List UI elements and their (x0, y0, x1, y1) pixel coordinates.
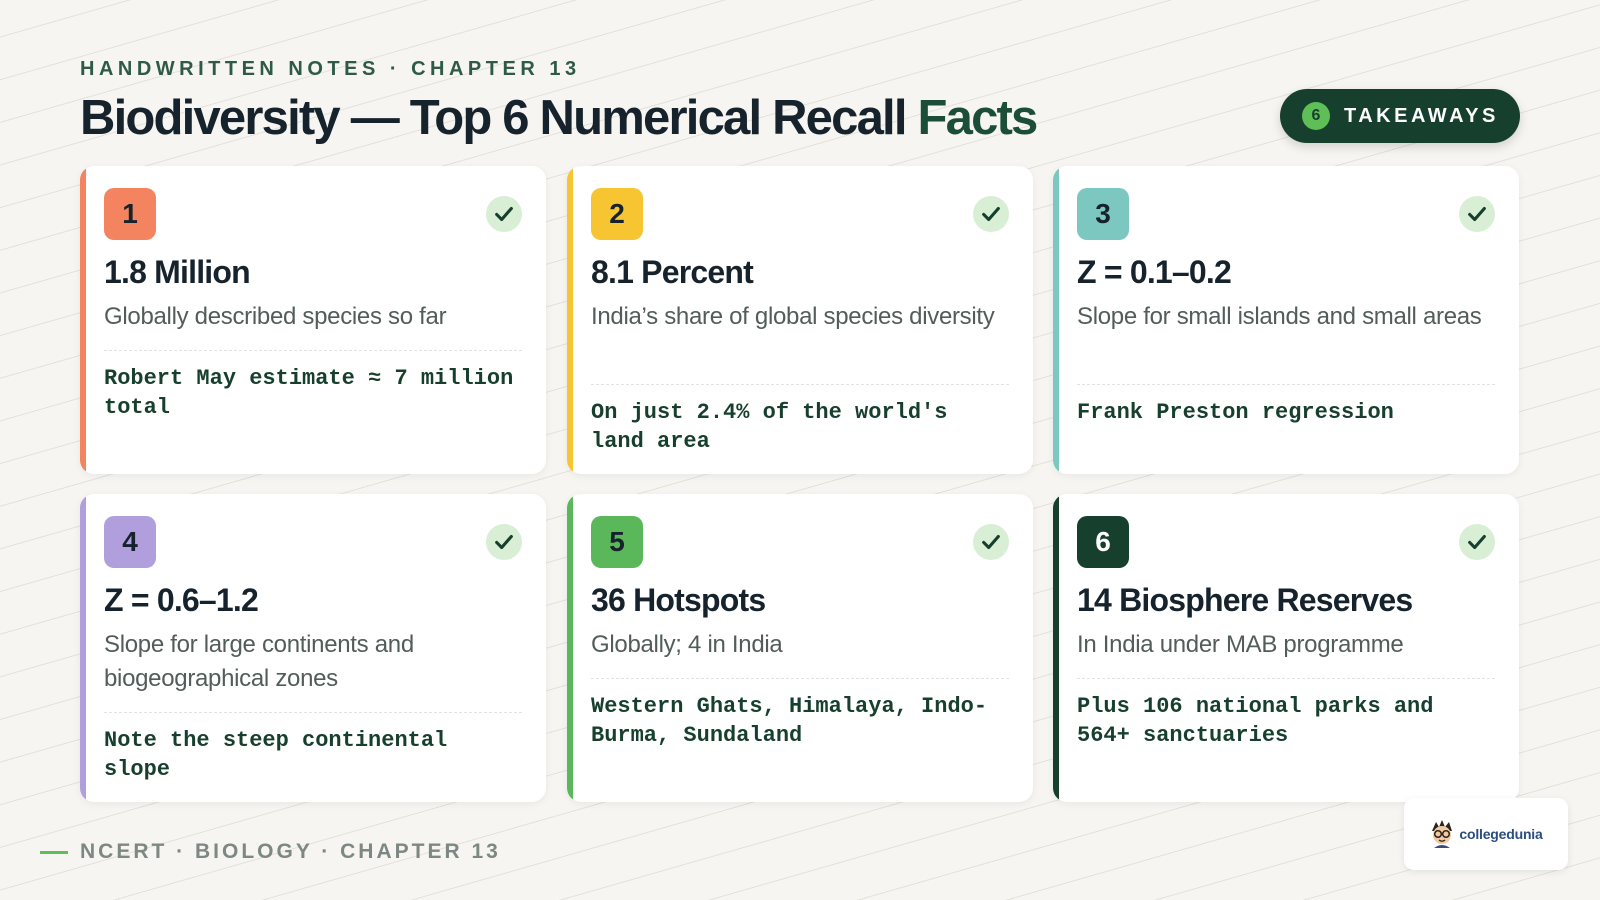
card-divider (104, 712, 522, 713)
card-heading: Z = 0.1–0.2 (1077, 254, 1232, 290)
card-note: Robert May estimate ≈ 7 million total (104, 366, 514, 420)
card-heading: 8.1 Percent (591, 254, 754, 290)
page-title: Biodiversity — Top 6 Numerical Recall Fa… (80, 90, 1039, 146)
card-number: 3 (1077, 188, 1129, 240)
checkmark-icon (486, 524, 522, 560)
card-description: Slope for large continents and biogeogra… (104, 631, 414, 692)
card-heading: Z = 0.6–1.2 (104, 582, 259, 618)
card-divider (1077, 678, 1495, 679)
fact-card-5: 5 36 Hotspots Globally; 4 in India Western … (567, 494, 1033, 802)
title-accent: Facts (917, 91, 1039, 145)
fact-card-3: 3 Z = 0.1–0.2 Slope for small islands and … (1053, 166, 1519, 474)
card-description: India’s share of global species diversit… (591, 303, 995, 330)
collegedunia-logo: collegedunia (1404, 798, 1568, 870)
card-heading: 36 Hotspots (591, 582, 766, 618)
card-heading: 1.8 Million (104, 254, 251, 290)
footer-text: NCERT · BIOLOGY · CHAPTER 13 (80, 840, 501, 863)
footer-dash (40, 850, 68, 854)
takeaways-badge: 6 TAKEAWAYS (1280, 89, 1520, 143)
card-description: Globally; 4 in India (591, 631, 783, 658)
checkmark-icon (1459, 524, 1495, 560)
card-divider (104, 350, 522, 351)
chapter-eyebrow: HANDWRITTEN NOTES · CHAPTER 13 (80, 58, 581, 80)
card-heading: 14 Biosphere Reserves (1077, 582, 1413, 618)
card-note: Frank Preston regression (1077, 400, 1394, 425)
card-accent-bar (567, 494, 573, 802)
card-note: Western Ghats, Himalaya, Indo-Burma, Sun… (591, 694, 988, 748)
card-note: On just 2.4% of the world's land area (591, 400, 948, 454)
card-number: 2 (591, 188, 643, 240)
card-note: Plus 106 national parks and 564+ sanctua… (1077, 694, 1434, 748)
fact-card-1: 1 1.8 Million Globally described species s… (80, 166, 546, 474)
checkmark-icon (973, 524, 1009, 560)
card-accent-bar (80, 166, 86, 474)
takeaways-count: 6 (1302, 102, 1330, 130)
card-number: 6 (1077, 516, 1129, 568)
card-number: 1 (104, 188, 156, 240)
checkmark-icon (1459, 196, 1495, 232)
card-accent-bar (80, 494, 86, 802)
card-description: Globally described species so far (104, 303, 447, 330)
title-main: Biodiversity — Top 6 Numerical Recall (80, 91, 907, 145)
checkmark-icon (486, 196, 522, 232)
mascot-icon (1432, 820, 1453, 848)
card-divider (591, 678, 1009, 679)
takeaways-label: TAKEAWAYS (1344, 104, 1499, 127)
fact-card-4: 4 Z = 0.6–1.2 Slope for large continents a… (80, 494, 546, 802)
card-divider (591, 384, 1009, 385)
card-description: In India under MAB programme (1077, 631, 1404, 658)
card-note: Note the steep continental slope (104, 728, 448, 782)
card-number: 4 (104, 516, 156, 568)
card-accent-bar (1053, 166, 1059, 474)
checkmark-icon (973, 196, 1009, 232)
card-accent-bar (567, 166, 573, 474)
fact-card-6: 6 14 Biosphere Reserves In India under MAB… (1053, 494, 1519, 802)
card-accent-bar (1053, 494, 1059, 802)
footer: NCERT · BIOLOGY · CHAPTER 13 (40, 840, 501, 864)
card-description: Slope for small islands and small areas (1077, 303, 1482, 330)
logo-text: collegedunia (1459, 826, 1543, 842)
card-number: 5 (591, 516, 643, 568)
card-divider (1077, 384, 1495, 385)
fact-card-2: 2 8.1 Percent India’s share of global spec… (567, 166, 1033, 474)
